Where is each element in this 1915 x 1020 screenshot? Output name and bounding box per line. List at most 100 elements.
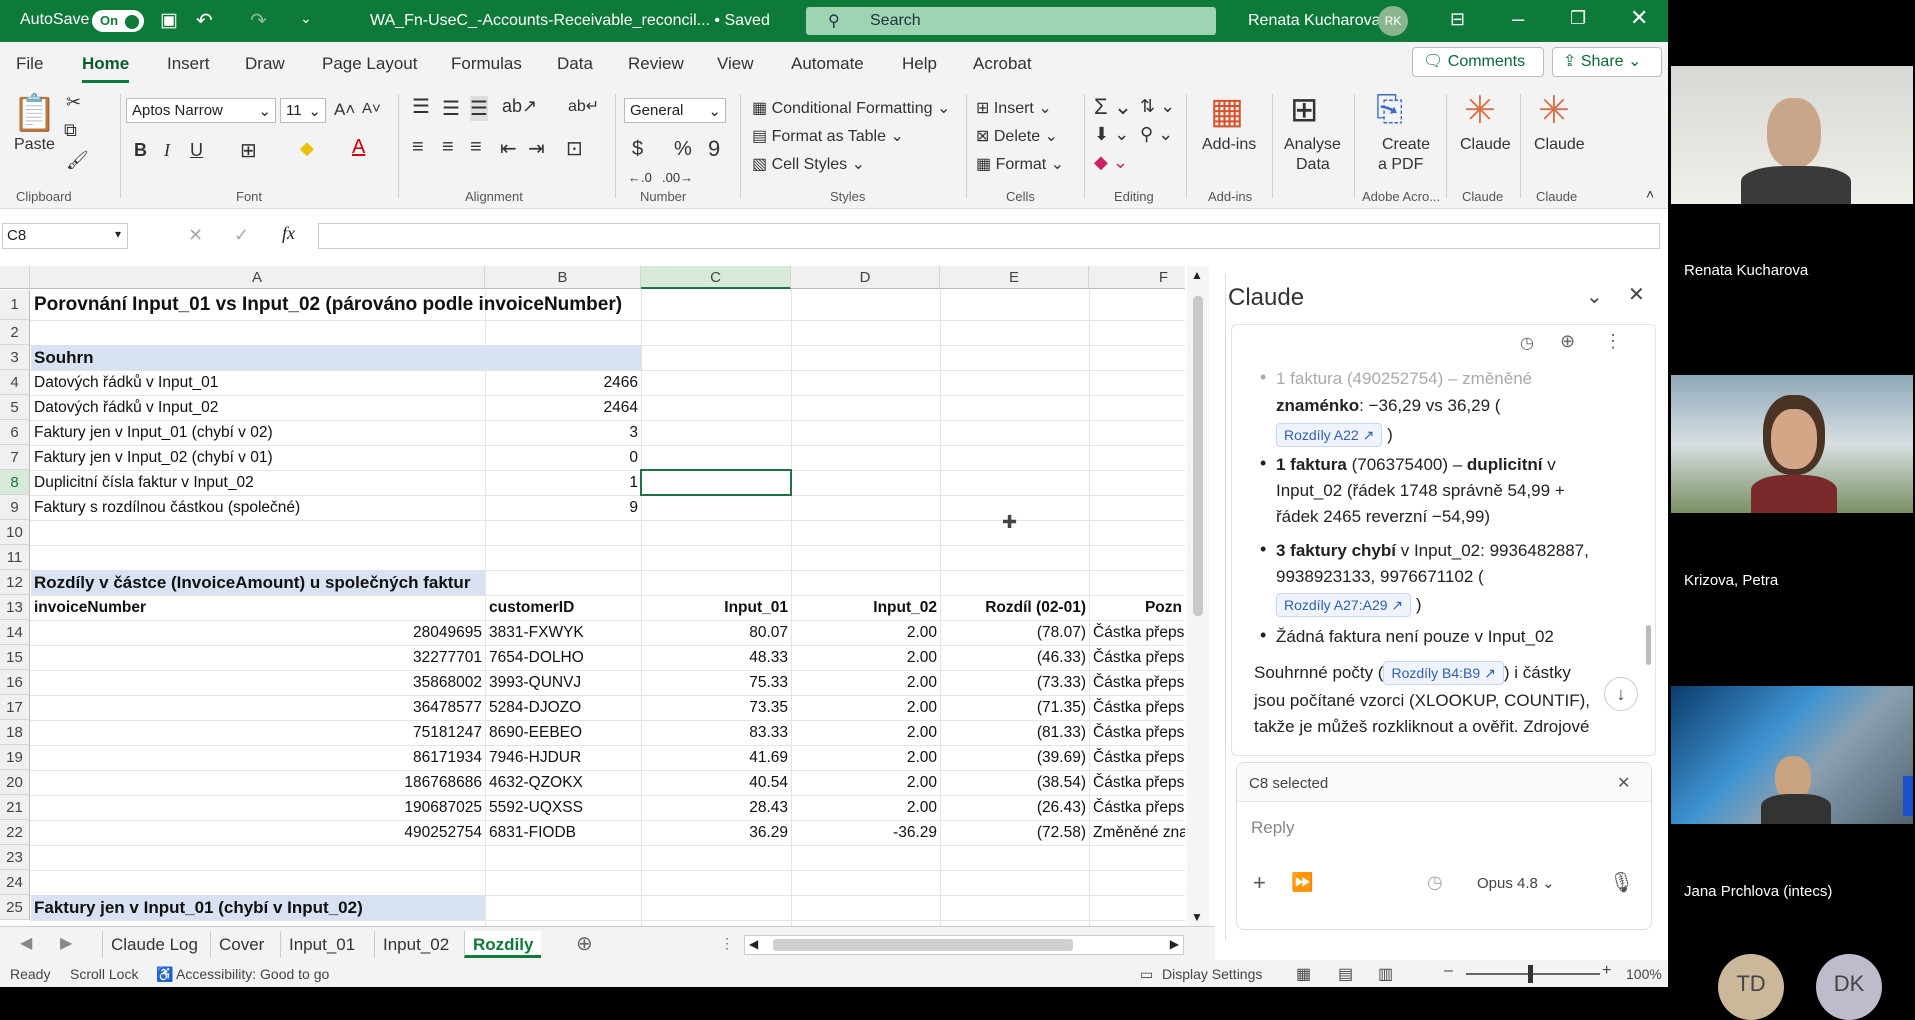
claude-label[interactable]: Claude	[1460, 136, 1511, 154]
close-icon[interactable]: ✕	[1630, 5, 1648, 31]
table-cell-note[interactable]: Změněné zna	[1090, 820, 1185, 845]
zoom-slider[interactable]	[1466, 973, 1600, 975]
summary-value[interactable]: 1	[486, 470, 641, 495]
chat-history[interactable]: ◷ ⊕ ⋮ • 1 faktura (490252754) – změněné …	[1231, 324, 1656, 756]
paste-icon[interactable]: 📋	[12, 92, 57, 134]
table-cell-customer[interactable]: 5592-UQXSS	[486, 795, 641, 820]
row-header[interactable]: 17	[0, 695, 30, 720]
summary-header[interactable]: Souhrn	[31, 345, 641, 370]
table-cell-customer[interactable]: 8690-EEBEO	[486, 720, 641, 745]
table-cell-diff[interactable]: (39.69)	[941, 745, 1089, 770]
row-header[interactable]: 2	[0, 320, 30, 345]
summary-label[interactable]: Faktury jen v Input_01 (chybí v 02)	[31, 420, 485, 445]
diff-header[interactable]: Rozdíly v částce (InvoiceAmount) u spole…	[31, 570, 485, 595]
claude-icon[interactable]: ✳	[1538, 88, 1570, 133]
summary-label[interactable]: Duplicitní čísla faktur v Input_02	[31, 470, 485, 495]
table-cell-customer[interactable]: 4632-QZOKX	[486, 770, 641, 795]
row-header[interactable]: 23	[0, 845, 30, 870]
summary-label[interactable]: Datových řádků v Input_01	[31, 370, 485, 395]
paste-label[interactable]: Paste	[14, 136, 55, 154]
row-header[interactable]: 22	[0, 820, 30, 845]
normal-view-icon[interactable]: ▦	[1296, 964, 1311, 984]
table-cell-customer[interactable]: 3993-QUNVJ	[486, 670, 641, 695]
row-header[interactable]: 6	[0, 420, 30, 445]
next-sheet-icon[interactable]: ▶	[60, 933, 72, 953]
add-ins-label[interactable]: Add-ins	[1202, 136, 1256, 154]
scroll-down-button[interactable]: ↓	[1604, 677, 1638, 711]
scroll-thumb[interactable]	[1193, 296, 1203, 616]
a-pdf-label[interactable]: a PDF	[1378, 156, 1423, 174]
table-cell-note[interactable]: Částka přeps	[1090, 670, 1185, 695]
table-cell-in2[interactable]: 2.00	[792, 645, 940, 670]
column-header-f[interactable]: F	[1089, 266, 1185, 289]
table-cell-in1[interactable]: 73.35	[642, 695, 791, 720]
number-format-dropdown[interactable]: General ⌄	[624, 98, 726, 123]
table-cell-note[interactable]: Částka přeps	[1090, 745, 1185, 770]
menu-help[interactable]: Help	[902, 54, 937, 74]
menu-data[interactable]: Data	[557, 54, 593, 74]
bold-icon[interactable]: B	[134, 140, 147, 161]
table-cell-invoice[interactable]: 36478577	[31, 695, 485, 720]
merge-center-icon[interactable]: ⊡	[566, 136, 583, 161]
cell-reference-chip[interactable]: Rozdíly B4:B9 ↗	[1383, 661, 1504, 685]
table-cell-note[interactable]: Částka přeps	[1090, 720, 1185, 745]
sheet-tab-cover[interactable]: Cover	[210, 931, 272, 958]
column-header-c[interactable]: C	[641, 266, 791, 289]
display-settings[interactable]: Display Settings	[1162, 966, 1262, 982]
page-layout-view-icon[interactable]: ▤	[1338, 964, 1353, 984]
row-header[interactable]: 4	[0, 370, 30, 395]
sheet-title[interactable]: Porovnání Input_01 vs Input_02 (párováno…	[31, 290, 831, 320]
borders-icon[interactable]: ⊞	[240, 138, 257, 163]
summary-value[interactable]: 9	[486, 495, 641, 520]
horizontal-scrollbar[interactable]: ◀ ▶	[744, 935, 1184, 955]
column-header-e[interactable]: E	[940, 266, 1089, 289]
column-header-b[interactable]: B	[485, 266, 641, 289]
worksheet-grid[interactable]: A B C D E F 1 2 3 4 5 6 7 8 9 10 11 12 13 14 15 16 17 18 1…	[0, 266, 1185, 928]
table-cell-diff[interactable]: (46.33)	[941, 645, 1089, 670]
row-header[interactable]: 1	[0, 290, 30, 320]
font-name-dropdown[interactable]: Aptos Narrow ⌄	[126, 98, 276, 123]
missing-header[interactable]: Faktury jen v Input_01 (chybí v Input_02…	[31, 895, 485, 920]
redo-icon[interactable]: ↷	[250, 8, 267, 33]
add-sheet-icon[interactable]: ⊕	[576, 931, 593, 956]
row-header[interactable]: 25	[0, 895, 30, 920]
align-right-icon[interactable]: ≡	[470, 136, 482, 159]
align-bottom-icon[interactable]: ☰	[470, 96, 488, 121]
new-chat-icon[interactable]: ⊕	[1560, 331, 1575, 352]
find-select-icon[interactable]: ⚲ ⌄	[1140, 124, 1173, 145]
insert-cells-button[interactable]: ⊞ Insert ⌄	[976, 98, 1052, 118]
table-cell-note[interactable]: Částka přeps	[1090, 620, 1185, 645]
underline-icon[interactable]: U	[190, 140, 203, 161]
table-cell-diff[interactable]: (38.54)	[941, 770, 1089, 795]
comments-button[interactable]: 🗨 Comments	[1412, 47, 1544, 77]
currency-icon[interactable]: $	[632, 138, 643, 161]
ribbon-display-icon[interactable]: ⊟	[1450, 9, 1465, 30]
table-cell-diff[interactable]: (73.33)	[941, 670, 1089, 695]
more-options-icon[interactable]: ⋮	[1604, 331, 1622, 352]
undo-icon[interactable]: ↶	[196, 8, 213, 33]
row-header[interactable]: 20	[0, 770, 30, 795]
summary-label[interactable]: Faktury s rozdílnou částkou (společné)	[31, 495, 485, 520]
orientation-icon[interactable]: ab↗	[502, 96, 537, 117]
decrease-font-icon[interactable]: A˅	[362, 100, 381, 117]
table-cell-in2[interactable]: 2.00	[792, 795, 940, 820]
table-cell-invoice[interactable]: 28049695	[31, 620, 485, 645]
vertical-scrollbar[interactable]: ▲ ▼	[1187, 266, 1209, 928]
menu-file[interactable]: File	[16, 54, 43, 74]
remove-context-icon[interactable]: ✕	[1617, 773, 1630, 793]
collapse-ribbon-icon[interactable]: ˄	[1646, 186, 1654, 202]
table-cell-customer[interactable]: 7654-DOLHO	[486, 645, 641, 670]
percent-icon[interactable]: %	[674, 138, 692, 161]
table-cell-invoice[interactable]: 32277701	[31, 645, 485, 670]
table-cell-in1[interactable]: 36.29	[642, 820, 791, 845]
status-accessibility[interactable]: Accessibility: Good to go	[176, 966, 329, 982]
copy-icon[interactable]: ⧉	[64, 120, 77, 141]
file-name[interactable]: WA_Fn-UseC_-Accounts-Receivable_reconcil…	[370, 12, 770, 30]
table-cell-invoice[interactable]: 490252754	[31, 820, 485, 845]
column-header-a[interactable]: A	[30, 266, 485, 289]
align-left-icon[interactable]: ≡	[412, 136, 424, 159]
summary-value[interactable]: 2464	[486, 395, 641, 420]
claude-label[interactable]: Claude	[1534, 136, 1585, 154]
zoom-in-icon[interactable]: +	[1602, 962, 1611, 980]
table-header[interactable]: invoiceNumber	[31, 595, 485, 620]
